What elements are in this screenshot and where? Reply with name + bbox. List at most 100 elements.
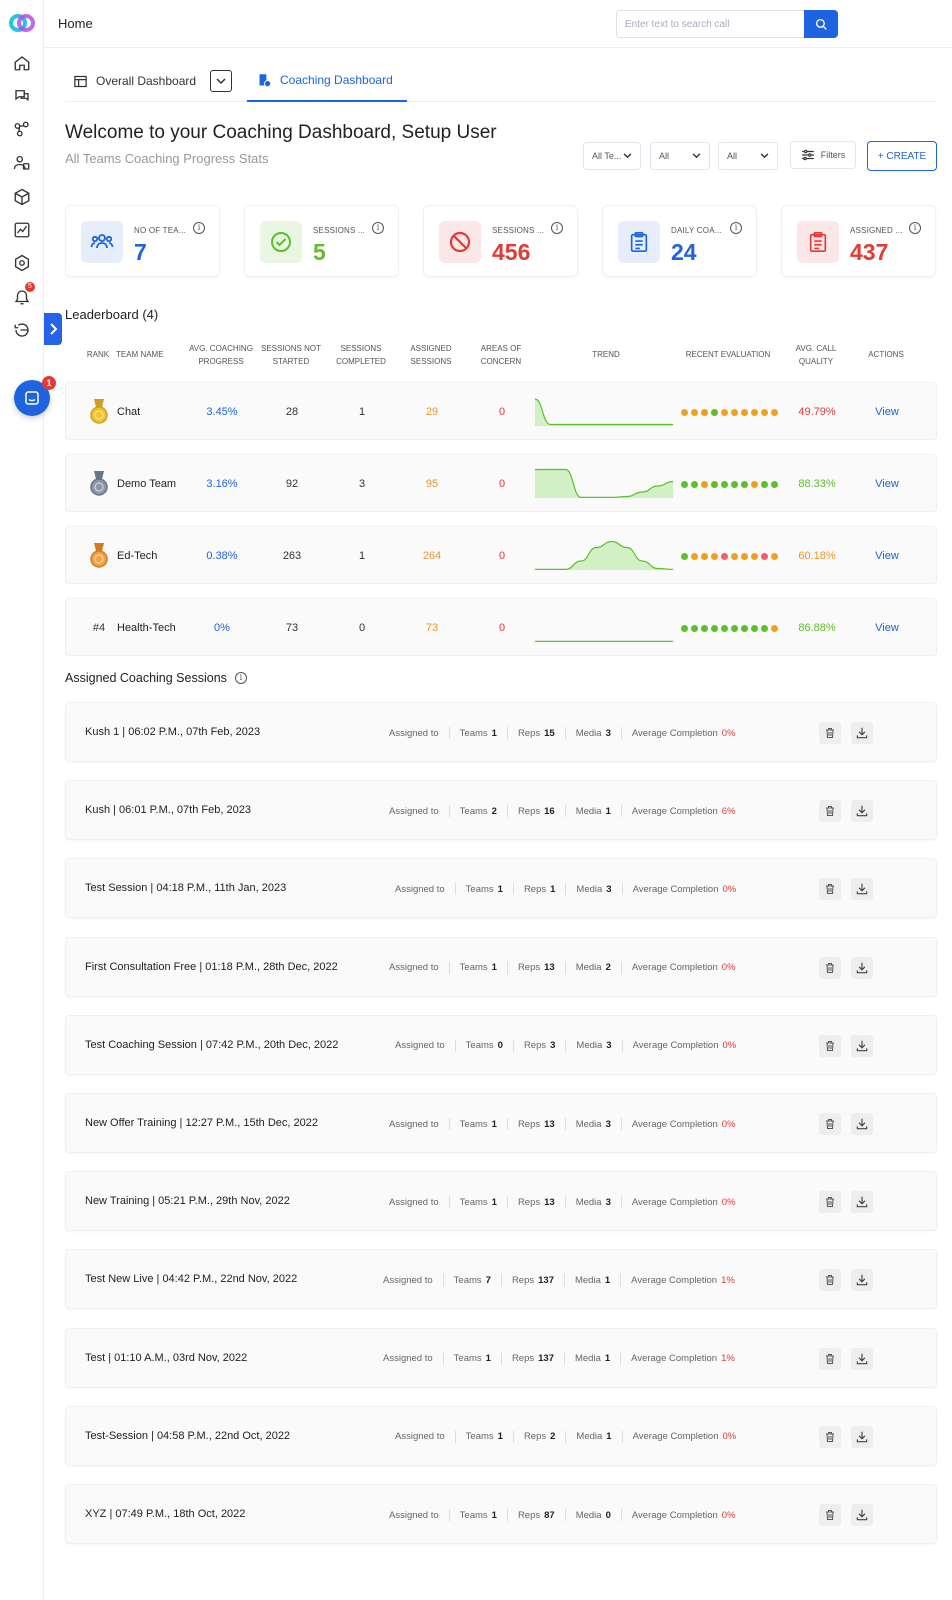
bell-icon[interactable]: 5 [11,282,35,308]
leaderboard-row: Demo Team 3.16% 92 3 95 0 88.33% View [65,454,937,512]
download-button[interactable] [851,1191,873,1214]
sidebar-expand-button[interactable] [44,313,62,345]
download-button[interactable] [851,1347,873,1370]
leaderboard-column-header: RANK [86,350,110,359]
session-meta: Assigned to Teams 1 Reps 15 Media 3 Average Com… [389,727,736,739]
teams-count: 0 [497,1040,503,1052]
delete-button[interactable] [819,722,841,744]
chart-line-icon[interactable] [11,219,33,241]
session-row[interactable]: New Training | 05:21 P.M., 29th Nov, 202… [65,1171,937,1232]
trend-area [535,399,673,426]
divider [506,1196,508,1209]
info-icon[interactable]: i [372,222,384,234]
delete-button[interactable] [819,878,841,901]
home-icon[interactable] [11,52,33,74]
delete-button[interactable] [819,800,841,823]
filters-button[interactable]: Filters [790,141,856,169]
download-button[interactable] [851,1113,873,1135]
download-icon [856,1353,868,1364]
divider [620,727,622,739]
delete-button[interactable] [819,1347,841,1370]
download-button[interactable] [851,800,873,823]
stat-card: ASSIGNED ... 437 i [781,205,936,277]
table-icon [74,75,87,87]
delete-button[interactable] [819,1269,841,1292]
network-icon[interactable] [11,118,33,140]
search-input[interactable] [616,10,806,38]
evaluation-dot [700,552,708,560]
avg-completion-value: 0% [721,1196,736,1208]
divider [512,1430,514,1443]
logout-icon[interactable] [11,319,33,341]
divider [564,1196,566,1209]
search-button[interactable] [804,10,838,38]
session-name: Kush 1 | 06:02 P.M., 07th Feb, 2023 [85,726,261,738]
download-button[interactable] [851,956,873,979]
teams-label: Teams [465,1431,494,1443]
tab-dropdown-button[interactable] [210,70,233,92]
info-icon[interactable]: i [234,672,247,684]
download-button[interactable] [851,1269,873,1292]
session-row[interactable]: Test-Session | 04:58 P.M., 22nd Oct, 202… [65,1405,937,1466]
delete-button[interactable] [819,1191,841,1214]
sessions-not-started: 28 [285,406,299,418]
download-button[interactable] [851,1425,873,1448]
evaluation-dot [730,552,738,560]
session-row[interactable]: Test Session | 04:18 P.M., 11th Jan, 202… [65,858,937,919]
chat-bubbles-icon[interactable] [11,85,33,107]
users-icon[interactable] [11,152,33,174]
session-name: New Offer Training | 12:27 P.M., 15th De… [85,1117,318,1129]
delete-button[interactable] [819,1504,841,1526]
session-row[interactable]: First Consultation Free | 01:18 P.M., 28… [65,936,937,997]
session-row[interactable]: XYZ | 07:49 P.M., 18th Oct, 2022 Assigned… [65,1484,937,1544]
session-row[interactable]: Kush | 06:01 P.M., 07th Feb, 2023 Assigne… [65,780,937,841]
session-name: Test Session | 04:18 P.M., 11th Jan, 202… [85,882,287,895]
session-row[interactable]: Test | 01:10 A.M., 03rd Nov, 2022 Assigne… [65,1327,937,1388]
trash-icon [826,806,834,817]
cube-icon[interactable] [11,186,33,208]
info-icon[interactable]: i [730,222,742,234]
info-icon[interactable]: i [551,222,563,234]
evaluation-dot [690,480,698,488]
view-link[interactable]: View [862,455,912,513]
session-row[interactable]: New Offer Training | 12:27 P.M., 15th De… [65,1093,937,1153]
download-button[interactable] [851,878,873,901]
delete-button[interactable] [819,956,841,979]
create-button[interactable]: + CREATE [867,141,937,171]
medal-gold-icon [87,383,111,441]
leaderboard-column-header: TEAM NAME [116,350,164,359]
filter-select-2[interactable]: All [650,142,710,170]
download-button[interactable] [851,1504,873,1526]
tab-coaching-dashboard[interactable]: Coaching Dashboard [247,60,407,102]
view-link[interactable]: View [862,599,912,657]
chevron-down-icon [760,153,769,159]
team-select[interactable]: All Te... [583,142,641,170]
avg-call-quality: 49.79% [798,406,836,418]
session-row[interactable]: Kush 1 | 06:02 P.M., 07th Feb, 2023 Assig… [65,702,937,762]
evaluation-dot [730,408,738,416]
session-meta: Assigned to Teams 1 Reps 1 Media 3 Average Comp… [395,883,736,896]
evaluation-dot [690,552,698,560]
settings-icon[interactable] [11,252,33,274]
divider [620,1274,622,1287]
divider [621,1430,623,1443]
tab-overall-dashboard[interactable]: Overall Dashboard [73,60,233,102]
chevron-down-icon [692,153,701,159]
delete-button[interactable] [819,1034,841,1057]
download-button[interactable] [851,722,873,744]
info-icon[interactable]: i [909,222,921,234]
session-row[interactable]: Test New Live | 04:42 P.M., 22nd Nov, 20… [65,1249,937,1310]
support-chat-button[interactable]: 1 [14,376,56,416]
info-icon[interactable]: i [193,222,205,234]
filter-select-3[interactable]: All [718,142,778,170]
view-link[interactable]: View [862,383,912,441]
evaluation-dot [700,624,708,632]
download-button[interactable] [851,1034,873,1057]
reps-count: 87 [544,1509,555,1521]
delete-button[interactable] [819,1425,841,1448]
trend-line [534,398,673,426]
trend-sparkline [535,468,674,498]
delete-button[interactable] [819,1113,841,1135]
view-link[interactable]: View [862,527,912,585]
session-row[interactable]: Test Coaching Session | 07:42 P.M., 20th… [65,1014,937,1075]
